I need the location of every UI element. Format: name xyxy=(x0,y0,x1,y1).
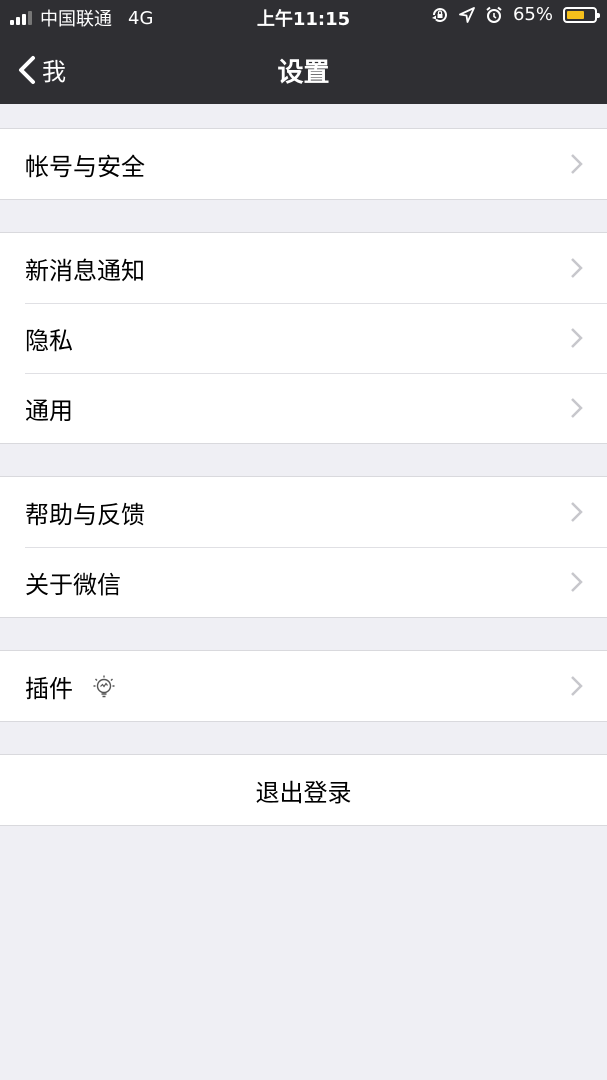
battery-fill xyxy=(567,10,584,19)
chevron-right-icon xyxy=(571,572,583,592)
chevron-right-icon xyxy=(571,502,583,522)
chevron-right-icon xyxy=(571,154,583,174)
settings-item-label: 通用 xyxy=(25,396,73,425)
settings-item-privacy[interactable]: 隐私 xyxy=(0,303,607,373)
settings-item-label: 帐号与安全 xyxy=(25,152,145,181)
settings-group-plugins: 插件 xyxy=(0,650,607,722)
chevron-right-icon xyxy=(571,676,583,696)
chevron-right-icon xyxy=(571,398,583,418)
logout-group: 退出登录 xyxy=(0,754,607,826)
battery-percent: 65% xyxy=(512,4,553,25)
settings-item-label: 新消息通知 xyxy=(25,256,145,285)
settings-item-label: 插件 xyxy=(25,674,73,703)
settings-item-about[interactable]: 关于微信 xyxy=(0,547,607,617)
page-title: 设置 xyxy=(277,58,330,88)
logout-button[interactable]: 退出登录 xyxy=(0,755,607,825)
settings-item-label: 关于微信 xyxy=(25,570,121,599)
chevron-right-icon xyxy=(571,258,583,278)
settings-item-notifications[interactable]: 新消息通知 xyxy=(0,233,607,303)
rotation-lock-icon xyxy=(431,7,447,22)
header: 中国联通 4G 上午11:15 65% 我 设置 xyxy=(0,0,607,104)
battery-icon xyxy=(563,6,600,23)
settings-group-account: 帐号与安全 xyxy=(0,128,607,200)
alarm-icon xyxy=(486,6,502,23)
settings-group-general: 新消息通知 隐私 通用 xyxy=(0,232,607,444)
settings-item-label: 隐私 xyxy=(25,326,73,355)
settings-item-label: 帮助与反馈 xyxy=(25,500,145,529)
settings-item-help-feedback[interactable]: 帮助与反馈 xyxy=(0,477,607,547)
lightbulb-icon xyxy=(93,675,115,698)
chevron-right-icon xyxy=(571,328,583,348)
settings-item-general[interactable]: 通用 xyxy=(0,373,607,443)
settings-group-help: 帮助与反馈 关于微信 xyxy=(0,476,607,618)
nav-bar: 我 设置 xyxy=(0,34,607,104)
status-bar: 中国联通 4G 上午11:15 65% xyxy=(0,0,607,34)
location-icon xyxy=(459,6,475,23)
settings-item-account-security[interactable]: 帐号与安全 xyxy=(0,129,607,199)
settings-item-plugins[interactable]: 插件 xyxy=(0,651,607,721)
